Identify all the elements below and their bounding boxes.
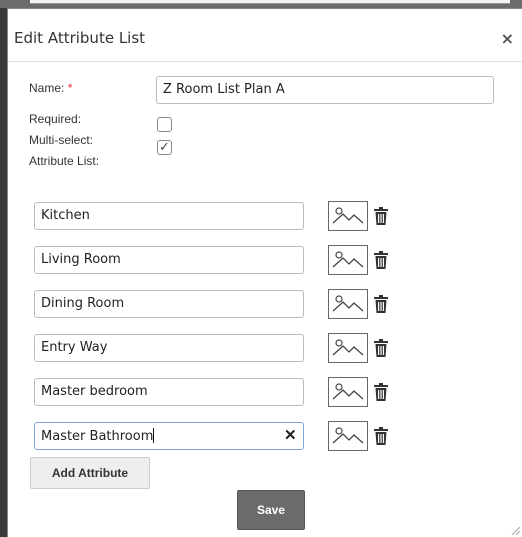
name-label: Name: * xyxy=(29,81,72,95)
image-placeholder-icon[interactable] xyxy=(328,333,368,363)
attribute-input[interactable]: Kitchen xyxy=(34,202,304,230)
attribute-input[interactable]: Dining Room xyxy=(34,290,304,318)
required-star: * xyxy=(67,81,73,95)
image-placeholder-icon[interactable] xyxy=(328,289,368,319)
attribute-input[interactable]: Master bedroom xyxy=(34,378,304,406)
trash-icon[interactable] xyxy=(374,383,388,401)
close-button[interactable]: × xyxy=(501,29,514,48)
required-label: Required: xyxy=(29,112,82,126)
required-checkbox[interactable] xyxy=(157,117,172,132)
name-input[interactable]: Z Room List Plan A xyxy=(156,76,494,104)
multiselect-checkbox[interactable]: ✓ xyxy=(157,139,172,155)
trash-icon[interactable] xyxy=(374,295,388,313)
dialog-title: Edit Attribute List xyxy=(14,29,146,47)
multiselect-label: Multi-select: xyxy=(29,133,94,147)
attribute-input[interactable]: Entry Way xyxy=(34,334,304,362)
trash-icon[interactable] xyxy=(374,207,388,225)
trash-icon[interactable] xyxy=(374,251,388,269)
resize-grip-icon[interactable] xyxy=(510,525,520,535)
checkmark-icon: ✓ xyxy=(159,139,170,154)
image-placeholder-icon[interactable] xyxy=(328,421,368,451)
attribute-input[interactable]: Living Room xyxy=(34,246,304,274)
clear-x-icon[interactable]: ✕ xyxy=(284,426,297,444)
edit-attribute-list-dialog: Edit Attribute List × Name: * Z Room Lis… xyxy=(7,8,522,537)
background-row xyxy=(30,0,510,4)
attribute-input-text: Master Bathroom xyxy=(41,429,154,444)
name-label-text: Name: xyxy=(29,81,65,95)
image-placeholder-icon[interactable] xyxy=(328,201,368,231)
image-placeholder-icon[interactable] xyxy=(328,245,368,275)
dialog-header: Edit Attribute List × xyxy=(8,9,522,62)
text-caret xyxy=(153,428,155,443)
image-placeholder-icon[interactable] xyxy=(328,377,368,407)
background-window xyxy=(0,0,522,8)
attribute-input-active[interactable]: Master Bathroom xyxy=(34,422,304,450)
trash-icon[interactable] xyxy=(374,427,388,445)
attribute-list-label: Attribute List: xyxy=(29,154,100,168)
save-button[interactable]: Save xyxy=(237,490,305,530)
add-attribute-button[interactable]: Add Attribute xyxy=(30,457,150,489)
trash-icon[interactable] xyxy=(374,339,388,357)
